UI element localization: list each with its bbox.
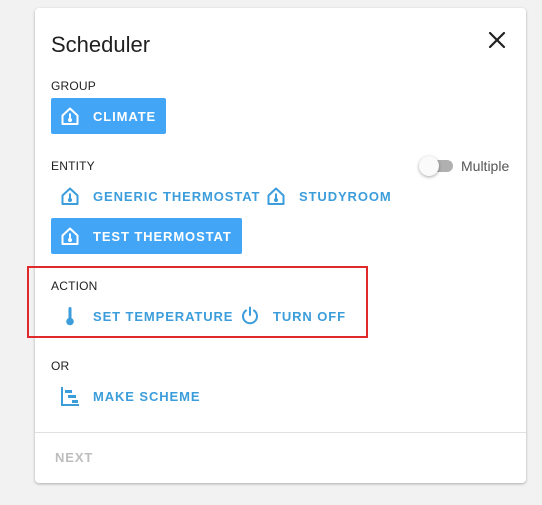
or-label: OR xyxy=(51,359,70,373)
entity-label: ENTITY xyxy=(51,159,95,173)
multiple-toggle[interactable] xyxy=(419,155,453,177)
power-icon xyxy=(239,305,261,327)
group-climate-button[interactable]: CLIMATE xyxy=(51,98,167,134)
action-turn-off-label: TURN OFF xyxy=(273,308,346,324)
make-scheme-button[interactable]: MAKE SCHEME xyxy=(51,378,210,414)
action-label: ACTION xyxy=(51,279,98,293)
close-button[interactable] xyxy=(483,26,511,54)
multiple-label: Multiple xyxy=(461,158,510,174)
footer-divider xyxy=(35,432,526,433)
group-climate-label: CLIMATE xyxy=(93,108,157,124)
scheduler-dialog: Scheduler GROUP CLIMATE ENTITY Multiple … xyxy=(35,8,526,483)
action-set-temperature-button[interactable]: SET TEMPERATURE xyxy=(51,298,243,334)
entity-studyroom-label: STUDYROOM xyxy=(299,188,392,204)
entity-generic-thermostat-button[interactable]: GENERIC THERMOSTAT xyxy=(51,178,270,214)
home-thermometer-icon xyxy=(59,105,81,127)
home-thermometer-icon xyxy=(265,185,287,207)
entity-studyroom-button[interactable]: STUDYROOM xyxy=(257,178,402,214)
chart-gantt-icon xyxy=(59,385,81,407)
dialog-title: Scheduler xyxy=(51,32,151,57)
next-button[interactable]: NEXT xyxy=(55,448,93,468)
entity-generic-thermostat-label: GENERIC THERMOSTAT xyxy=(93,188,261,204)
group-label: GROUP xyxy=(51,79,97,93)
action-turn-off-button[interactable]: TURN OFF xyxy=(231,298,356,334)
action-set-temperature-label: SET TEMPERATURE xyxy=(93,308,234,324)
make-scheme-label: MAKE SCHEME xyxy=(93,388,201,404)
entity-test-thermostat-label: TEST THERMOSTAT xyxy=(93,228,232,244)
close-icon xyxy=(488,31,506,49)
toggle-thumb xyxy=(419,156,439,176)
entity-test-thermostat-button[interactable]: TEST THERMOSTAT xyxy=(51,218,242,254)
home-thermometer-icon xyxy=(59,225,81,247)
thermometer-icon xyxy=(59,305,81,327)
home-thermometer-icon xyxy=(59,185,81,207)
